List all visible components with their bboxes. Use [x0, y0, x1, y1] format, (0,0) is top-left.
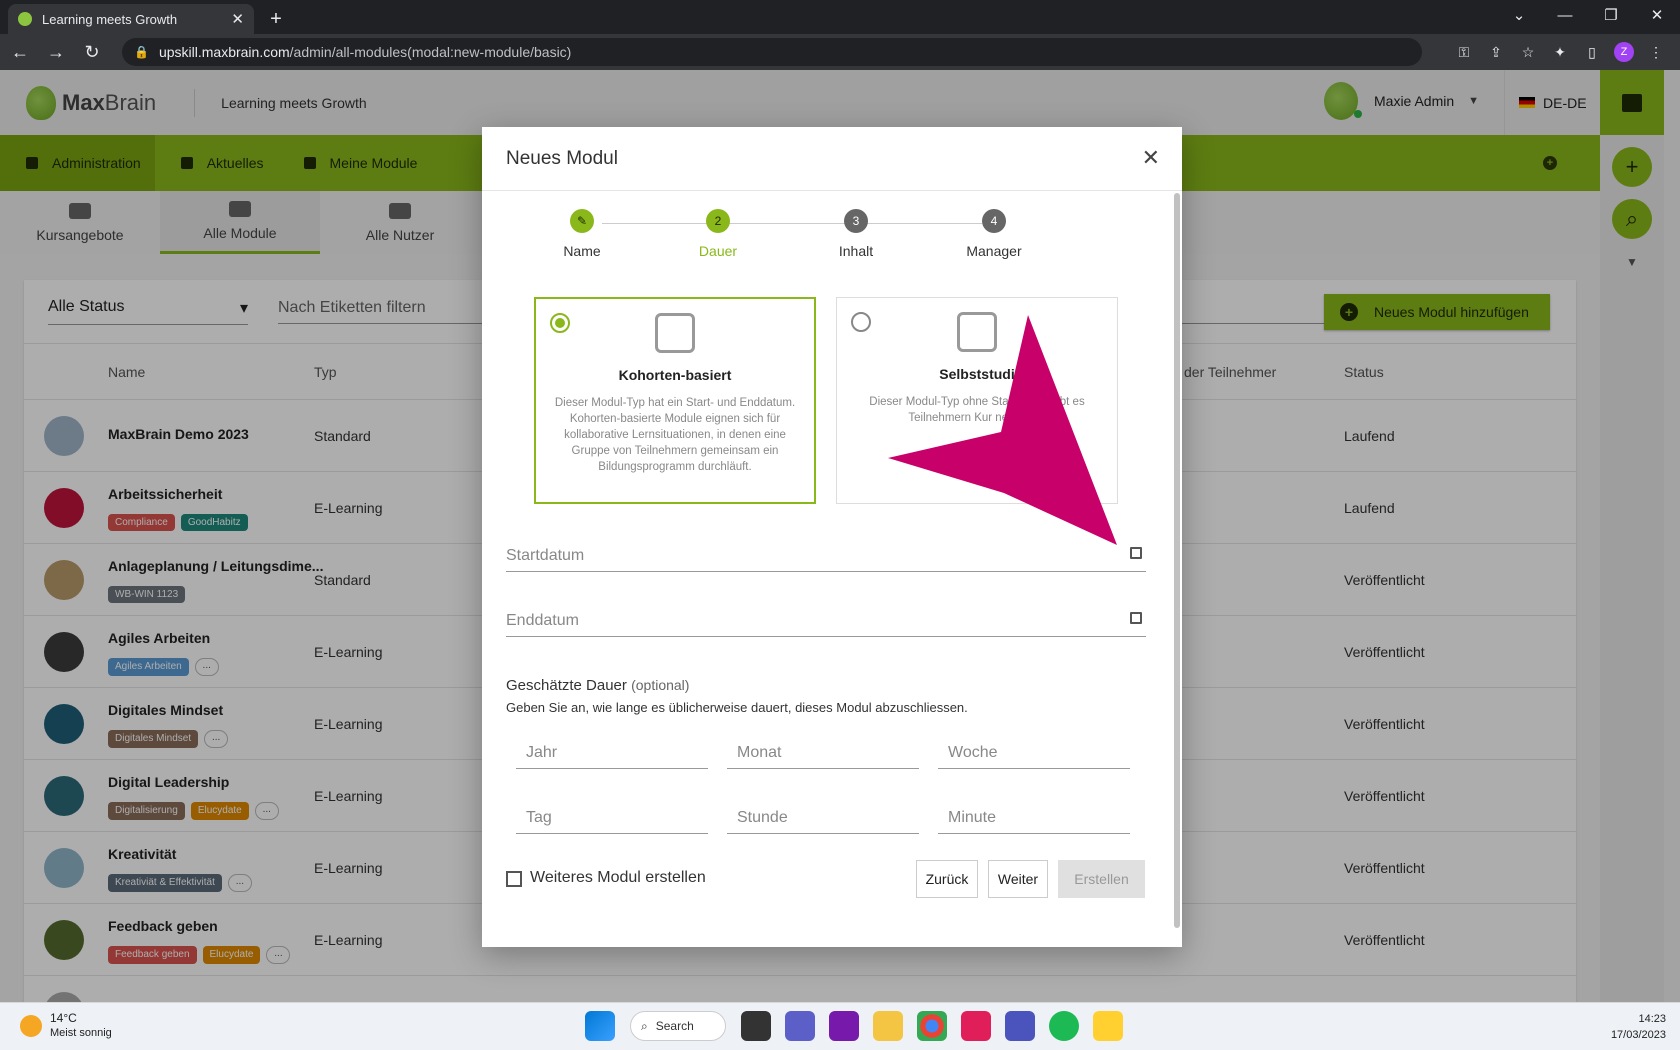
step-inhalt[interactable]: 3 Inhalt: [816, 209, 896, 259]
step-manager[interactable]: 4 Manager: [954, 209, 1034, 259]
step-number: 2: [706, 209, 730, 233]
chat-app-icon[interactable]: [785, 1011, 815, 1041]
key-icon[interactable]: ⚿: [1448, 44, 1480, 61]
option-title: Selbststudi: [939, 366, 1015, 382]
month-input[interactable]: Monat: [727, 744, 919, 769]
teams-icon[interactable]: [1005, 1011, 1035, 1041]
extensions-area: ⚿ ⇪ ☆ ✦ ▯ Z ⋮: [1448, 42, 1672, 62]
step-dauer[interactable]: 2 Dauer: [678, 209, 758, 259]
forward-icon[interactable]: →: [40, 37, 72, 67]
task-view-icon[interactable]: [741, 1011, 771, 1041]
taskbar: 14°C Meist sonnig ⌕ Search 14:23 17/03/2023: [0, 1002, 1680, 1050]
option-description: Dieser Modul-Typ ohne Sta tum erlaubt es…: [869, 396, 1085, 424]
step-number: 4: [982, 209, 1006, 233]
tab-search-icon[interactable]: ⌄: [1496, 0, 1542, 30]
option-description: Dieser Modul-Typ hat ein Start- und Endd…: [554, 397, 796, 473]
duration-heading: Geschätzte Dauer (optional): [506, 677, 689, 694]
new-tab-button[interactable]: +: [262, 5, 290, 33]
date: 17/03/2023: [1610, 1029, 1666, 1041]
close-window-icon[interactable]: ✕: [1634, 0, 1680, 30]
windows-start-icon[interactable]: [585, 1011, 615, 1041]
radio-self-study[interactable]: [851, 312, 871, 332]
browser-tabbar: Learning meets Growth ✕ + ⌄ — ❐ ✕: [0, 0, 1680, 34]
file-explorer-icon[interactable]: [873, 1011, 903, 1041]
sun-icon: [20, 1015, 42, 1037]
dialog-scrollbar[interactable]: [1174, 193, 1180, 928]
back-button[interactable]: Zurück: [916, 860, 978, 898]
window-controls: ⌄ — ❐ ✕: [1496, 0, 1680, 30]
day-input[interactable]: Tag: [516, 809, 708, 834]
taskbar-search[interactable]: ⌕ Search: [630, 1011, 726, 1041]
browser-menu-icon[interactable]: ⋮: [1640, 44, 1672, 61]
option-self-study[interactable]: Selbststudi Dieser Modul-Typ ohne Sta tu…: [836, 297, 1118, 504]
chrome-icon[interactable]: [917, 1011, 947, 1041]
head-hourglass-icon: [957, 312, 997, 352]
step-number: 3: [844, 209, 868, 233]
step-label: Dauer: [698, 243, 738, 259]
dialog-footer: Weiteres Modul erstellen Zurück Weiter E…: [506, 860, 1156, 898]
url-path: /admin/all-modules(modal:new-module/basi…: [289, 44, 572, 60]
taskbar-apps: ⌕ Search: [578, 1011, 1130, 1041]
calendar-icon[interactable]: [1130, 547, 1142, 559]
slack-icon[interactable]: [961, 1011, 991, 1041]
new-module-dialog: Neues Modul ✕ ✎ Name 2 Dauer 3 Inhalt 4 Mana…: [482, 127, 1182, 947]
browser-tab[interactable]: Learning meets Growth ✕: [8, 4, 254, 34]
calendar-clock-icon: [655, 313, 695, 353]
step-label: Name: [563, 243, 601, 259]
start-date-label: Startdatum: [506, 547, 585, 564]
stepper-line: [602, 223, 982, 224]
close-icon[interactable]: ✕: [1142, 145, 1160, 171]
duration-optional: (optional): [631, 677, 690, 693]
another-module-label: Weiteres Modul erstellen: [530, 869, 706, 886]
restore-icon[interactable]: ❐: [1588, 0, 1634, 30]
profile-avatar[interactable]: Z: [1614, 42, 1634, 62]
step-label: Inhalt: [838, 243, 874, 259]
miro-icon[interactable]: [1093, 1011, 1123, 1041]
url-field[interactable]: 🔒 upskill.maxbrain.com /admin/all-module…: [122, 38, 1422, 66]
option-title: Kohorten-basiert: [618, 367, 732, 383]
stepper: ✎ Name 2 Dauer 3 Inhalt 4 Manager: [542, 209, 1042, 269]
close-tab-icon[interactable]: ✕: [231, 10, 244, 28]
minimize-icon[interactable]: —: [1542, 0, 1588, 30]
spotify-icon[interactable]: [1049, 1011, 1079, 1041]
step-name[interactable]: ✎ Name: [542, 209, 622, 259]
url-host: upskill.maxbrain.com: [158, 44, 290, 60]
duration-hint: Geben Sie an, wie lange es üblicherweise…: [506, 700, 968, 715]
tab-title: Learning meets Growth: [42, 11, 178, 27]
calendar-icon[interactable]: [1130, 612, 1142, 624]
year-input[interactable]: Jahr: [516, 744, 708, 769]
side-panel-icon[interactable]: ▯: [1576, 44, 1608, 61]
lock-icon: 🔒: [134, 45, 149, 59]
address-bar-row: ← → ↻ 🔒 upskill.maxbrain.com /admin/all-…: [0, 34, 1680, 70]
back-icon[interactable]: ←: [4, 37, 36, 67]
reload-icon[interactable]: ↻: [76, 37, 108, 67]
start-date-field[interactable]: Startdatum: [506, 547, 1146, 572]
temperature: 14°C: [50, 1011, 77, 1025]
end-date-label: Enddatum: [506, 612, 579, 629]
bookmark-star-icon[interactable]: ☆: [1512, 44, 1544, 61]
maxbrain-favicon-icon: [18, 12, 32, 26]
radio-cohort[interactable]: [550, 313, 570, 333]
search-label: Search: [655, 1019, 694, 1033]
duration-title: Geschätzte Dauer: [506, 677, 627, 694]
pencil-icon: ✎: [570, 209, 594, 233]
next-button[interactable]: Weiter: [988, 860, 1048, 898]
step-label: Manager: [966, 243, 1022, 259]
onenote-icon[interactable]: [829, 1011, 859, 1041]
extensions-puzzle-icon[interactable]: ✦: [1544, 44, 1576, 61]
time: 14:23: [1638, 1013, 1666, 1025]
another-module-checkbox[interactable]: [506, 871, 522, 887]
week-input[interactable]: Woche: [938, 744, 1130, 769]
hour-input[interactable]: Stunde: [727, 809, 919, 834]
system-clock[interactable]: 14:23 17/03/2023: [1611, 1011, 1666, 1043]
share-icon[interactable]: ⇪: [1480, 44, 1512, 61]
weather-text: Meist sonnig: [50, 1027, 112, 1039]
weather-widget[interactable]: 14°C Meist sonnig: [20, 1011, 112, 1041]
dialog-title: Neues Modul: [482, 127, 1182, 191]
end-date-field[interactable]: Enddatum: [506, 612, 1146, 637]
search-icon: ⌕: [641, 1018, 648, 1033]
option-cohort-based[interactable]: Kohorten-basiert Dieser Modul-Typ hat ei…: [534, 297, 816, 504]
minute-input[interactable]: Minute: [938, 809, 1130, 834]
create-button[interactable]: Erstellen: [1058, 860, 1145, 898]
